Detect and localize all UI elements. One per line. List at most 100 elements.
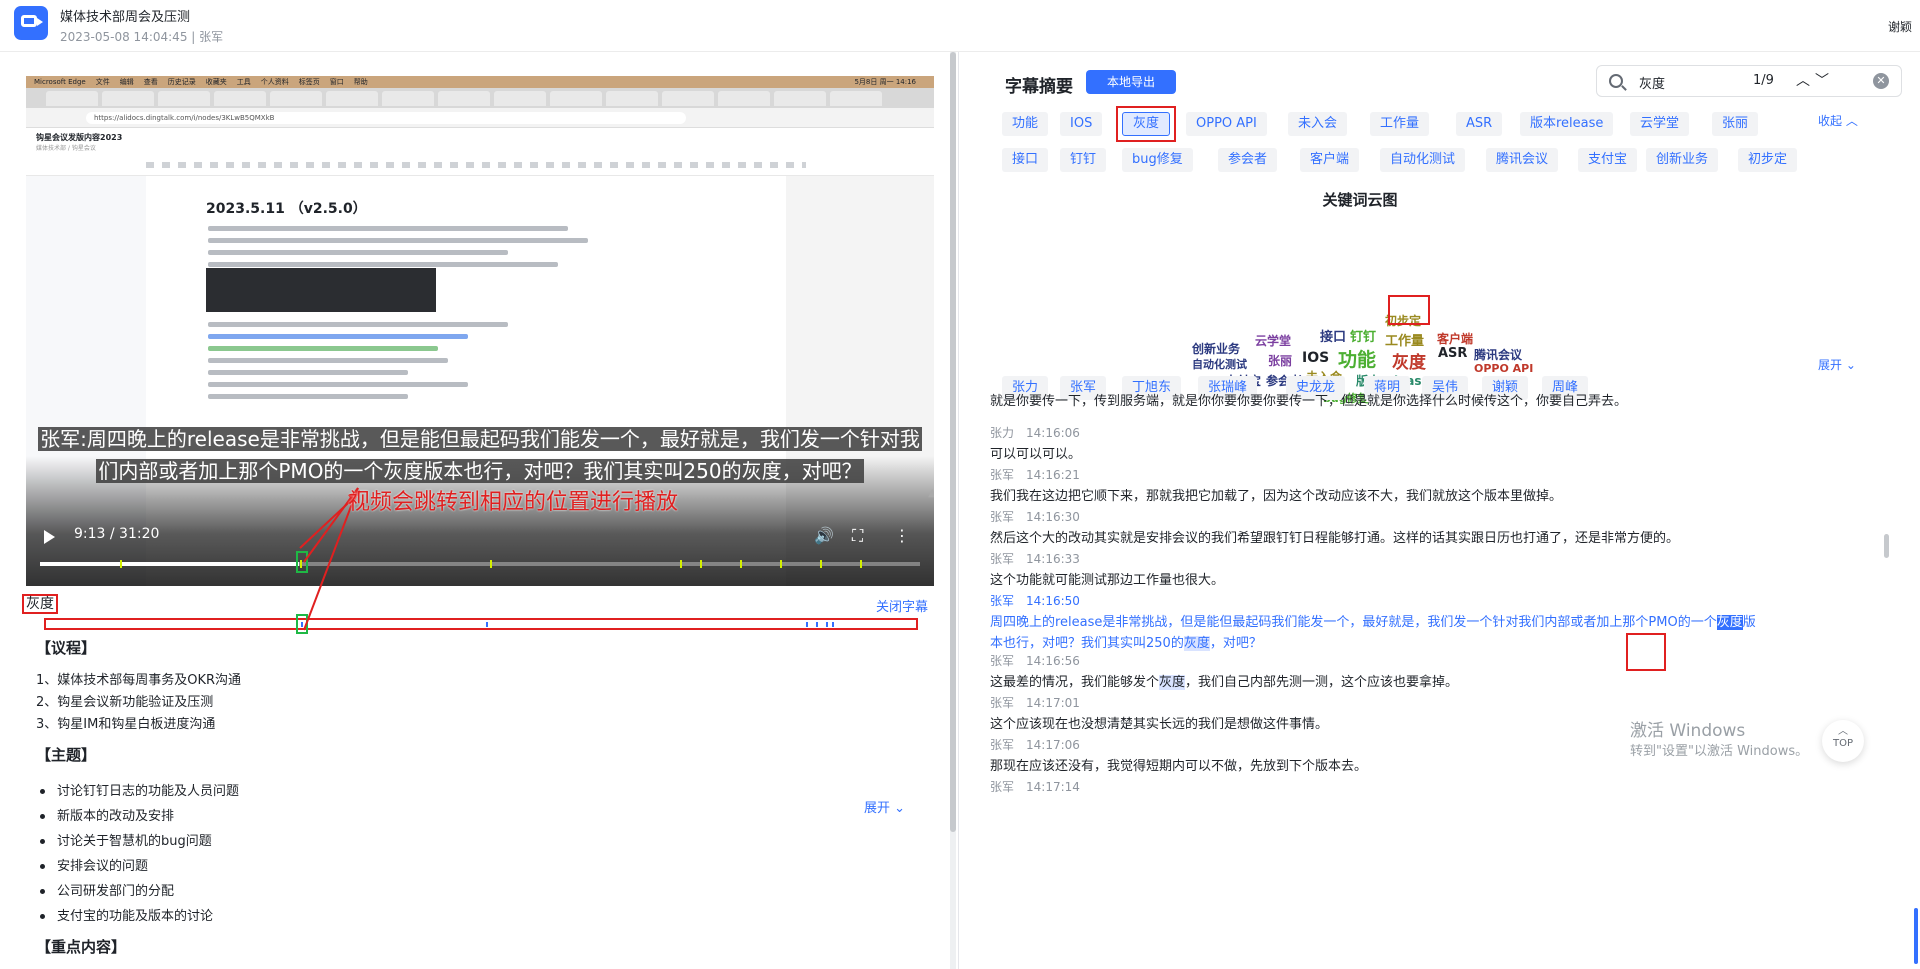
keyword-chip[interactable]: 自动化测试 [1380, 148, 1466, 172]
mac-menu-item: 窗口 [329, 78, 344, 86]
speaker-name: 张军 [990, 510, 1015, 524]
speakers-expand-button[interactable]: 展开 ⌄ [1818, 356, 1856, 373]
keyword-chip[interactable]: 功能 [1002, 112, 1049, 136]
cloud-word[interactable]: ASR [1438, 346, 1467, 361]
transcript-scrollbar[interactable] [1884, 534, 1889, 558]
keyword-chip[interactable]: 云学堂 [1630, 112, 1690, 136]
page-scroll-indicator[interactable] [1914, 908, 1918, 964]
keyword-chip[interactable]: OPPO API [1186, 112, 1267, 136]
left-scrollbar[interactable] [950, 52, 956, 969]
mac-menu-item: 个人资料 [260, 78, 289, 86]
transcript-entry-active[interactable]: 张军 14:16:50 周四晚上的release是非常挑战，但是能但最起码我们能发… [990, 592, 1895, 654]
cloud-word[interactable]: 功能 [1338, 345, 1376, 372]
topics-expand-button[interactable]: 展开 ⌄ [864, 797, 905, 816]
hit-marker [780, 560, 782, 568]
arrow-up-icon: ︿ [1838, 726, 1848, 737]
transcript-list[interactable]: 就是你要传一下，传到服务端，就是你你要你要你要传一下，但是就是你选择什么时候传这… [990, 384, 1902, 969]
agenda-item: 3、钩星IM和钩星白板进度沟通 [36, 717, 216, 732]
user-name[interactable]: 谢颖 [1888, 18, 1912, 35]
app-logo-icon [14, 6, 48, 40]
cloud-word[interactable]: 接口 [1320, 326, 1346, 345]
video-time: 9:13 / 31:20 [74, 526, 160, 542]
transcript-text: 周四晚上的release是非常挑战，但是能但最起码我们能发一个，最好就是，我们发… [990, 612, 1895, 654]
keyword-chip[interactable]: 支付宝 [1578, 148, 1638, 172]
play-icon[interactable] [44, 530, 55, 544]
export-button[interactable]: 本地导出 [1086, 70, 1176, 94]
entry-time[interactable]: 14:16:50 [1026, 594, 1080, 608]
cloud-word[interactable]: 云学堂 [1255, 332, 1291, 349]
cloud-word[interactable]: 客户端 [1437, 330, 1473, 347]
keyword-chip[interactable]: 初步定 [1738, 148, 1798, 172]
cloud-word[interactable]: 腾讯会议 [1474, 346, 1522, 363]
clear-icon[interactable]: ✕ [1873, 73, 1889, 89]
chevron-down-icon[interactable]: ﹀ [1815, 70, 1829, 90]
entry-time[interactable]: 14:16:56 [1026, 654, 1080, 668]
close-subtitles-link[interactable]: 关闭字幕 [876, 596, 928, 615]
transcript-text: 那现在应该还没有，我觉得短期内可以不做，先放到下个版本去。 [990, 759, 1368, 774]
transcript-entry[interactable]: 张军 14:16:33 这个功能就可能测试那边工作量也很大。 [990, 550, 1895, 591]
keyword-highlight: 灰度 [1183, 636, 1210, 651]
video-progress-bar[interactable] [40, 560, 920, 568]
entry-time[interactable]: 14:16:06 [1026, 426, 1080, 440]
cloud-word[interactable]: IOS [1302, 350, 1329, 366]
transcript-entry[interactable]: 张军 14:16:21 我们我在这边把它顺下来，那就我把它加载了，因为这个改动应该… [990, 466, 1895, 507]
search-icon [1609, 74, 1623, 88]
search-keyword-tag: 灰度 [22, 594, 58, 614]
cloud-word[interactable]: 张丽 [1268, 352, 1292, 369]
transcript-entry[interactable]: 张军 14:16:56 这最差的情况，我们能够发个灰度，我们自己内部先测一测，这个… [990, 652, 1895, 693]
search-input[interactable] [1639, 72, 1739, 92]
cloud-word[interactable]: 工作量 [1385, 330, 1424, 349]
keyword-chip[interactable]: 钉钉 [1060, 148, 1107, 172]
keyword-chip[interactable]: 客户端 [1300, 148, 1360, 172]
collapse-button[interactable]: 收起 ︿ [1818, 112, 1858, 129]
pane-divider[interactable] [958, 52, 959, 969]
keyword-hit-bar[interactable] [44, 618, 918, 630]
hit-tick [826, 622, 828, 627]
entry-time[interactable]: 14:17:14 [1026, 780, 1080, 794]
text-fragment: 本也行，对吧？我们其实叫250的 [990, 636, 1184, 651]
browser-address-bar: https://alidocs.dingtalk.com/i/nodes/3KL… [26, 108, 934, 128]
cloud-word-highlighted[interactable]: 灰度 [1392, 348, 1426, 373]
transcript-text: 我们我在这边把它顺下来，那就我把它加载了，因为这个改动应该不大，我们就放这个版本… [990, 489, 1563, 504]
entry-time[interactable]: 14:16:21 [1026, 468, 1080, 482]
scroll-up-icon[interactable]: ▲ [928, 486, 934, 499]
keyword-chip[interactable]: bug修复 [1122, 148, 1193, 172]
entry-time[interactable]: 14:17:06 [1026, 738, 1080, 752]
more-icon[interactable]: ⋮ [894, 526, 910, 545]
entry-time[interactable]: 14:17:01 [1026, 696, 1080, 710]
keyword-chip[interactable]: 未入会 [1288, 112, 1348, 136]
keyword-chip[interactable]: 参会者 [1218, 148, 1278, 172]
keyword-chip[interactable]: ASR [1456, 112, 1503, 136]
topic-text: 公司研发部门的分配 [57, 884, 175, 899]
keyword-chip[interactable]: 创新业务 [1646, 148, 1719, 172]
entry-time[interactable]: 14:16:33 [1026, 552, 1080, 566]
cloud-word[interactable]: OPPO API [1474, 362, 1533, 375]
entry-time[interactable]: 14:16:30 [1026, 510, 1080, 524]
cloud-word[interactable]: 创新业务 [1192, 340, 1240, 357]
keyword-highlight-current: 灰度 [1716, 615, 1743, 630]
keyword-chip[interactable]: 接口 [1002, 148, 1049, 172]
doc-heading: 2023.5.11 （v2.5.0） [206, 201, 367, 217]
keyword-chip[interactable]: 版本release [1520, 112, 1614, 136]
back-to-top-button[interactable]: ︿ TOP [1822, 720, 1864, 762]
keyword-chip[interactable]: 腾讯会议 [1486, 148, 1559, 172]
fullscreen-icon[interactable]: ⛶ [852, 526, 863, 546]
transcript-entry[interactable]: 张军 14:17:01 这个应该现在也没想清楚其实长远的我们是想做这件事情。 [990, 694, 1895, 735]
mac-menu-bar: Microsoft Edge 文件 编辑 查看 历史记录 收藏夹 工具 个人资料 标签页 窗口 帮助… [26, 76, 934, 88]
volume-icon[interactable]: 🔊 [814, 526, 834, 545]
cloud-word[interactable]: 自动化测试 [1192, 356, 1247, 372]
keyword-chip[interactable]: 工作量 [1370, 112, 1430, 136]
chevron-up-icon[interactable]: ︿ [1796, 70, 1810, 90]
transcript-entry[interactable]: 张军 14:16:30 然后这个大的改动其实就是安排会议的我们希望跟钉钉日程能够打… [990, 508, 1895, 549]
cloud-word[interactable]: 钉钉 [1350, 326, 1376, 345]
video-progress-fill [40, 562, 299, 566]
hit-tick [806, 622, 808, 627]
keyword-chip[interactable]: IOS [1060, 112, 1103, 136]
active-chip-highlight [1116, 106, 1176, 142]
transcript-speaker: 张军 14:17:01 [990, 694, 1895, 711]
transcript-entry[interactable]: 张军 14:17:14 [990, 778, 1895, 795]
transcript-entry[interactable]: 张力 14:16:06 可以可以可以。 [990, 424, 1895, 465]
topic-item: 讨论关于智慧机的bug问题 [40, 830, 212, 849]
keyword-chip[interactable]: 张丽 [1712, 112, 1759, 136]
doc-toolbar: 钩星会议发版内容2023 媒体技术部 / 钩星会议 [26, 128, 934, 176]
